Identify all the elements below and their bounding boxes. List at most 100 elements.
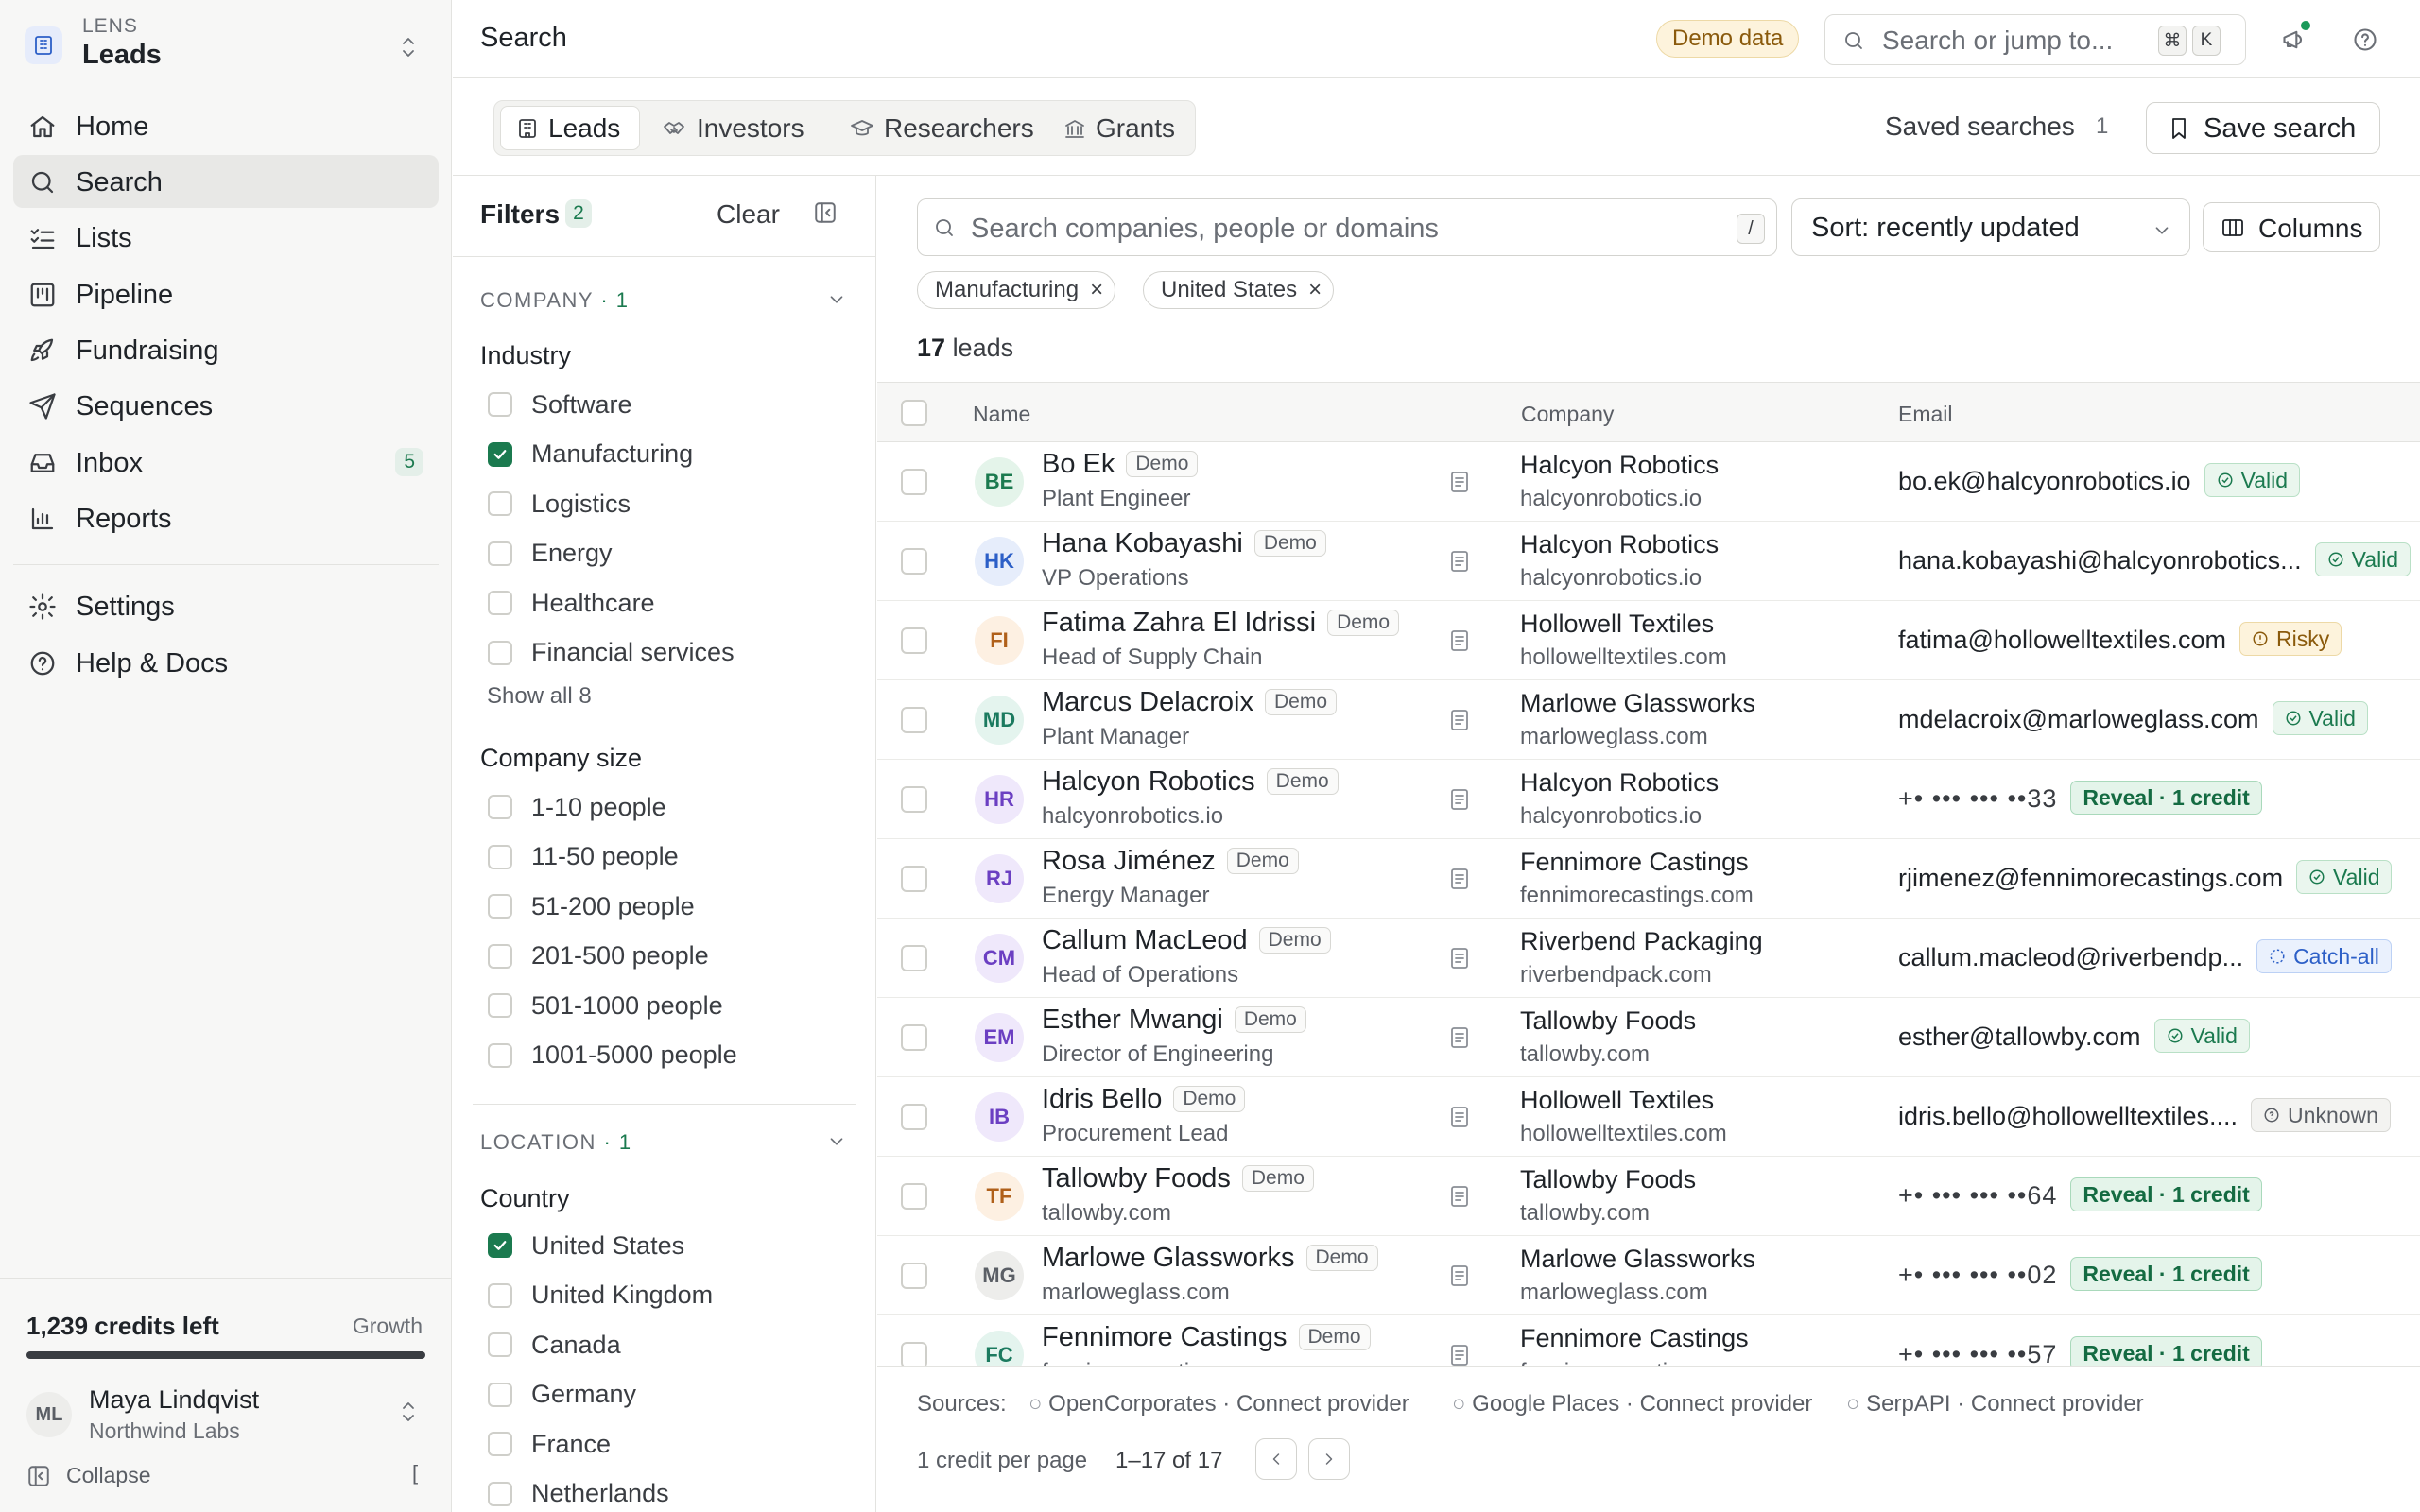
reveal-button[interactable]: Reveal · 1 credit	[2070, 1336, 2262, 1366]
tab-grants[interactable]: Grants	[1048, 106, 1190, 150]
account-switcher-icon[interactable]	[397, 1399, 420, 1425]
company-size-option[interactable]: 11-50 people	[488, 838, 679, 876]
connect-provider-link[interactable]: Connect provider	[1236, 1391, 1409, 1417]
sidebar-item-reports[interactable]: Reports	[13, 491, 439, 544]
sidebar-item-sequences[interactable]: Sequences	[13, 379, 439, 432]
table-row[interactable]: FI Fatima Zahra El Idrissi Demo Head of Sup…	[877, 601, 2420, 680]
company-size-option[interactable]: 1-10 people	[488, 788, 666, 826]
row-checkbox[interactable]	[901, 786, 927, 813]
clear-filters-button[interactable]: Clear	[717, 199, 780, 230]
chevron-down-icon[interactable]	[826, 1131, 847, 1152]
collapse-filters-icon[interactable]	[813, 200, 838, 225]
table-row[interactable]: HR Halcyon Robotics Demo halcyonrobotics.io…	[877, 760, 2420, 839]
checkbox[interactable]	[488, 1233, 512, 1258]
connect-provider-link[interactable]: Connect provider	[1971, 1391, 2144, 1417]
notes-icon[interactable]	[1449, 867, 1470, 891]
close-icon[interactable]: ×	[1090, 277, 1103, 303]
company-name[interactable]: Fennimore Castings	[1520, 1324, 1749, 1353]
results-search-input[interactable]: Search companies, people or domains /	[917, 198, 1777, 256]
country-option[interactable]: Germany	[488, 1376, 636, 1414]
row-checkbox[interactable]	[901, 1024, 927, 1051]
filter-chip-united-states[interactable]: United States ×	[1143, 271, 1335, 309]
industry-option[interactable]: Energy	[488, 535, 613, 573]
notes-icon[interactable]	[1449, 946, 1470, 971]
notes-icon[interactable]	[1449, 549, 1470, 574]
collapse-sidebar-icon[interactable]	[26, 1464, 51, 1488]
tab-investors[interactable]: Investors	[648, 106, 827, 150]
row-checkbox[interactable]	[901, 1104, 927, 1130]
company-name[interactable]: Hollowell Textiles	[1520, 1086, 1714, 1115]
lead-name[interactable]: Fatima Zahra El Idrissi Demo	[1042, 608, 1400, 639]
sort-select[interactable]: Sort: recently updated	[1791, 198, 2190, 256]
checkbox[interactable]	[488, 1332, 512, 1357]
industry-option[interactable]: Logistics	[488, 485, 631, 523]
checkbox[interactable]	[488, 1042, 512, 1068]
company-name[interactable]: Tallowby Foods	[1520, 1006, 1696, 1036]
lead-name[interactable]: Marcus Delacroix Demo	[1042, 687, 1338, 718]
lead-name[interactable]: Callum MacLeod Demo	[1042, 925, 1331, 956]
reveal-button[interactable]: Reveal · 1 credit	[2070, 1257, 2262, 1291]
company-name[interactable]: Fennimore Castings	[1520, 848, 1749, 877]
row-checkbox[interactable]	[901, 866, 927, 892]
workspace-switcher-icon[interactable]	[397, 34, 420, 60]
save-search-button[interactable]: Save search	[2146, 102, 2380, 154]
row-checkbox[interactable]	[901, 1183, 927, 1210]
notes-icon[interactable]	[1449, 708, 1470, 732]
sidebar-item-inbox[interactable]: Inbox 5	[13, 436, 439, 489]
company-name[interactable]: Marlowe Glassworks	[1520, 1245, 1755, 1274]
sidebar-item-settings[interactable]: Settings	[13, 579, 439, 632]
location-section-header[interactable]: LOCATION · 1	[480, 1130, 632, 1155]
industry-option[interactable]: Manufacturing	[488, 436, 693, 473]
chevron-down-icon[interactable]	[826, 289, 847, 310]
checkbox[interactable]	[488, 844, 512, 869]
country-option[interactable]: Canada	[488, 1326, 621, 1364]
close-icon[interactable]: ×	[1308, 277, 1322, 303]
prev-page-button[interactable]	[1255, 1438, 1297, 1480]
industry-option[interactable]: Healthcare	[488, 584, 655, 622]
checkbox[interactable]	[488, 1382, 512, 1407]
lead-name[interactable]: Tallowby Foods Demo	[1042, 1163, 1314, 1194]
country-option[interactable]: France	[488, 1425, 611, 1463]
industry-option[interactable]: Software	[488, 386, 632, 423]
sidebar-item-lists[interactable]: Lists	[13, 211, 439, 264]
filter-chip-manufacturing[interactable]: Manufacturing ×	[917, 271, 1116, 309]
company-name[interactable]: Halcyon Robotics	[1520, 451, 1719, 480]
sidebar-item-home[interactable]: Home	[13, 99, 439, 152]
sidebar-item-search[interactable]: Search	[13, 155, 439, 208]
table-row[interactable]: MG Marlowe Glassworks Demo marloweglass.com…	[877, 1236, 2420, 1315]
announcements-icon[interactable]	[2281, 26, 2308, 53]
notes-icon[interactable]	[1449, 628, 1470, 653]
table-row[interactable]: RJ Rosa Jiménez Demo Energy Manager Fennimor…	[877, 839, 2420, 919]
workspace-name[interactable]: Leads	[82, 40, 162, 71]
lead-name[interactable]: Fennimore Castings Demo	[1042, 1322, 1371, 1353]
notes-icon[interactable]	[1449, 787, 1470, 812]
sidebar-item-help-docs[interactable]: Help & Docs	[13, 636, 439, 689]
source-opencorporates[interactable]: ○ OpenCorporates · Connect provider	[1028, 1391, 1409, 1418]
checkbox[interactable]	[488, 541, 512, 566]
company-name[interactable]: Tallowby Foods	[1520, 1165, 1696, 1194]
table-row[interactable]: HK Hana Kobayashi Demo VP Operations Halcyon…	[877, 522, 2420, 601]
show-all-industries[interactable]: Show all 8	[487, 683, 592, 710]
lead-name[interactable]: Esther Mwangi Demo	[1042, 1005, 1306, 1036]
row-checkbox[interactable]	[901, 627, 927, 654]
table-row[interactable]: BE Bo Ek Demo Plant Engineer Halcyon Robotic…	[877, 442, 2420, 522]
lead-name[interactable]: Rosa Jiménez Demo	[1042, 846, 1299, 877]
user-name[interactable]: Maya Lindqvist	[89, 1385, 259, 1415]
help-icon[interactable]	[2352, 26, 2378, 53]
checkbox[interactable]	[488, 392, 512, 417]
notes-icon[interactable]	[1449, 1263, 1470, 1288]
notes-icon[interactable]	[1449, 1343, 1470, 1366]
company-name[interactable]: Riverbend Packaging	[1520, 927, 1763, 956]
checkbox[interactable]	[488, 943, 512, 969]
notes-icon[interactable]	[1449, 470, 1470, 494]
checkbox[interactable]	[488, 1282, 512, 1308]
checkbox[interactable]	[488, 894, 512, 919]
company-name[interactable]: Marlowe Glassworks	[1520, 689, 1755, 718]
tab-leads[interactable]: Leads	[500, 106, 640, 150]
global-search-input[interactable]: Search or jump to... ⌘ K	[1824, 14, 2246, 65]
row-checkbox[interactable]	[901, 1342, 927, 1366]
lead-name[interactable]: Marlowe Glassworks Demo	[1042, 1243, 1378, 1274]
table-row[interactable]: FC Fennimore Castings Demo fennimore casting…	[877, 1315, 2420, 1366]
saved-searches-link[interactable]: Saved searches	[1885, 112, 2075, 142]
lead-name[interactable]: Halcyon Robotics Demo	[1042, 766, 1339, 798]
